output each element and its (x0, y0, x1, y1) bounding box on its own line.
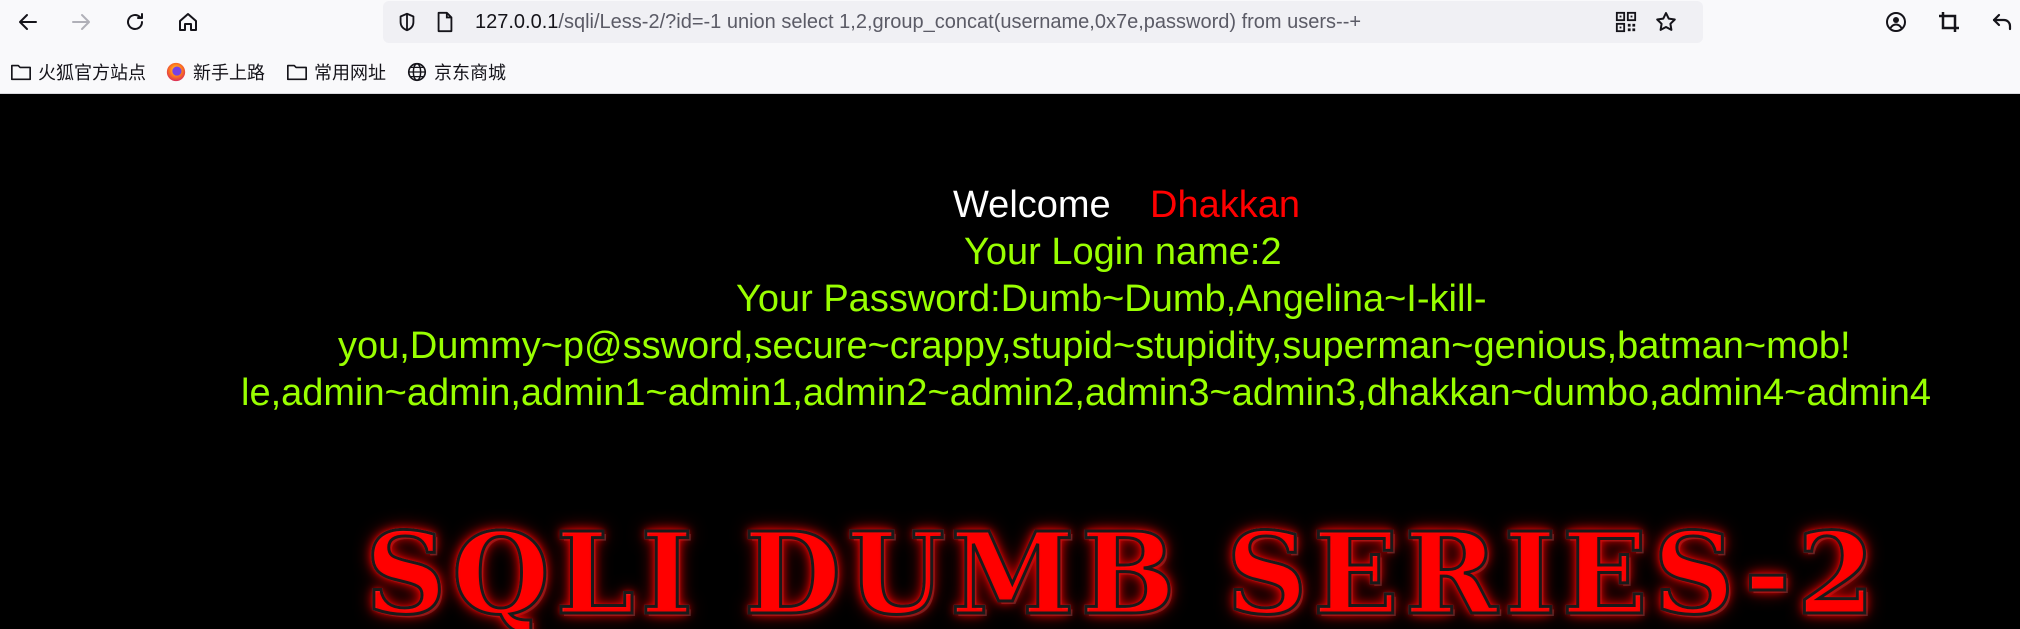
account-button[interactable] (1878, 4, 1914, 40)
bookmark-label: 京东商城 (434, 63, 506, 84)
forward-button[interactable] (63, 4, 99, 40)
banner-title: SQLI DUMB SERIES-2 (364, 507, 1881, 629)
folder-icon (10, 61, 32, 83)
welcome-name: Dhakkan (1150, 184, 1300, 226)
back-button[interactable] (10, 4, 46, 40)
back-arrow-icon (19, 14, 37, 30)
welcome-text: Welcome (953, 184, 1111, 226)
bookmark-star-icon[interactable] (1654, 10, 1678, 34)
bookmark-label: 新手上路 (193, 63, 265, 84)
folder-icon (286, 61, 308, 83)
firefox-icon (165, 61, 187, 83)
page-info-icon[interactable] (433, 10, 457, 34)
screenshot-crop-button[interactable] (1931, 4, 1967, 40)
page-content: Welcome Dhakkan Your Login name:2 Your P… (0, 94, 2020, 629)
reload-button[interactable] (117, 4, 153, 40)
home-icon (179, 13, 197, 31)
url-host: 127.0.0.1 (475, 11, 559, 33)
password-line-2: you,Dummy~p@ssword,secure~crappy,stupid~… (338, 325, 1851, 367)
password-line-3: le,admin~admin,admin1~admin1,admin2~admi… (241, 372, 1931, 414)
bookmark-item[interactable]: 常用网址 (286, 58, 386, 86)
navigation-toolbar: 127.0.0.1/sqli/Less-2/?id=-1 union selec… (0, 0, 2020, 44)
banner-logo: SQLI DUMB SERIES-2 (364, 504, 1877, 629)
undo-arrow-icon (1992, 13, 2012, 31)
url-text[interactable]: 127.0.0.1/sqli/Less-2/?id=-1 union selec… (475, 10, 1361, 34)
bookmark-item[interactable]: 新手上路 (165, 58, 265, 86)
bookmark-item[interactable]: 火狐官方站点 (10, 58, 146, 86)
browser-chrome: 127.0.0.1/sqli/Less-2/?id=-1 union selec… (0, 0, 2020, 94)
bookmark-label: 常用网址 (314, 63, 386, 84)
tracking-protection-shield-icon[interactable] (395, 10, 419, 34)
home-button[interactable] (170, 4, 206, 40)
forward-arrow-icon (72, 14, 90, 30)
qr-code-icon[interactable] (1614, 10, 1638, 34)
undo-button[interactable] (1984, 4, 2020, 40)
bookmark-item[interactable]: 京东商城 (406, 58, 506, 86)
account-icon (1886, 12, 1906, 32)
globe-icon (406, 61, 428, 83)
crop-icon (1939, 12, 1959, 32)
bookmarks-toolbar: 火狐官方站点 新手上路 常用网址 京东商城 (0, 54, 2020, 90)
address-bar[interactable]: 127.0.0.1/sqli/Less-2/?id=-1 union selec… (383, 1, 1703, 43)
password-line-1: Your Password:Dumb~Dumb,Angelina~I-kill- (736, 278, 1487, 320)
reload-icon (127, 13, 143, 30)
url-path: /sqli/Less-2/?id=-1 union select 1,2,gro… (558, 11, 1362, 33)
bookmark-label: 火狐官方站点 (38, 63, 146, 84)
login-name-line: Your Login name:2 (964, 231, 1282, 273)
